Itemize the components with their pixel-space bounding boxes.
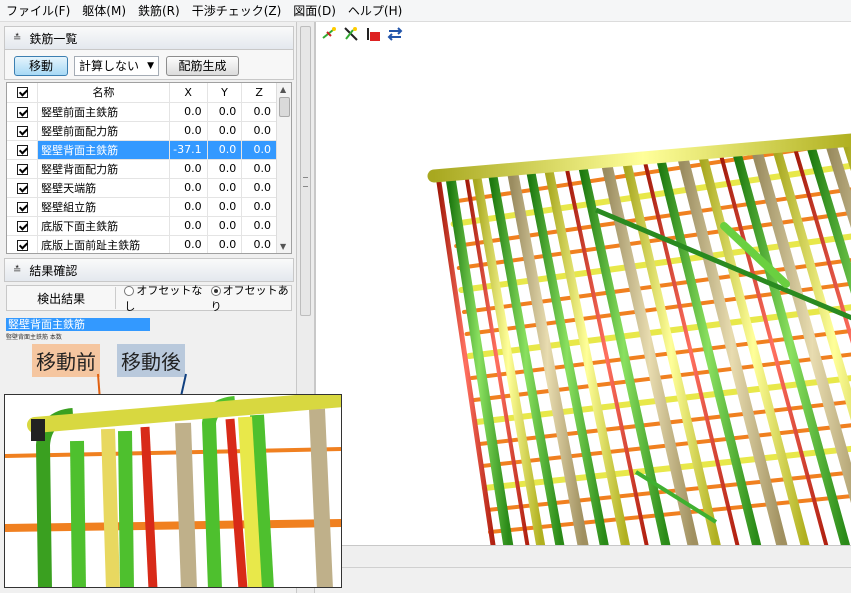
inset-rebar-view — [5, 395, 341, 587]
zoom-inset — [4, 394, 342, 588]
